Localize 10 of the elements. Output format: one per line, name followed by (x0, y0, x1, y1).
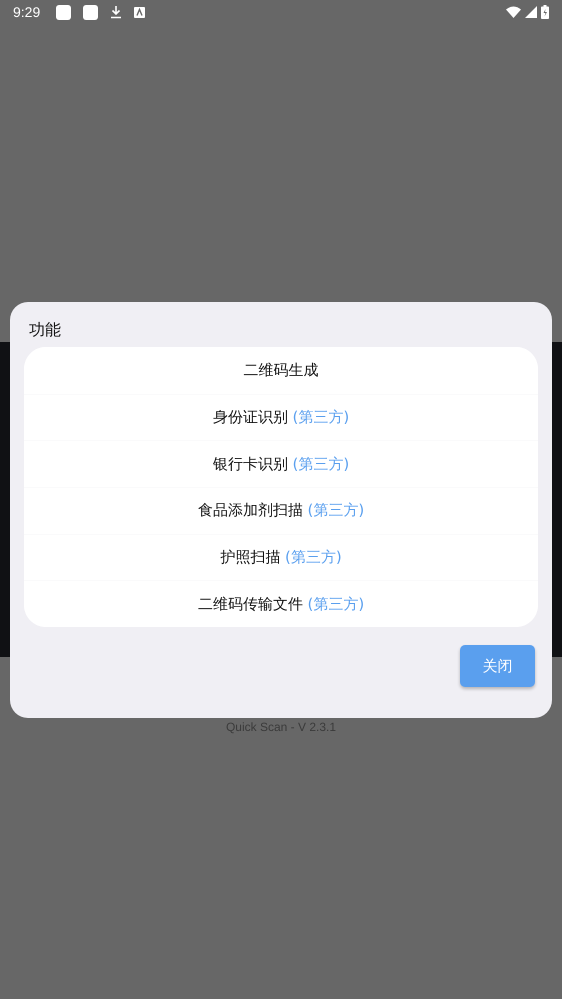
status-time: 9:29 (13, 4, 40, 20)
wifi-icon (506, 6, 521, 18)
signal-icon (525, 6, 537, 18)
app-icon (134, 6, 146, 18)
menu-item[interactable]: 二维码传输文件 (第三方) (24, 580, 538, 628)
dialog-title: 功能 (29, 320, 61, 339)
notification-icon (83, 4, 98, 20)
battery-icon (541, 5, 549, 19)
notification-icon (56, 4, 72, 20)
download-icon (110, 5, 122, 19)
